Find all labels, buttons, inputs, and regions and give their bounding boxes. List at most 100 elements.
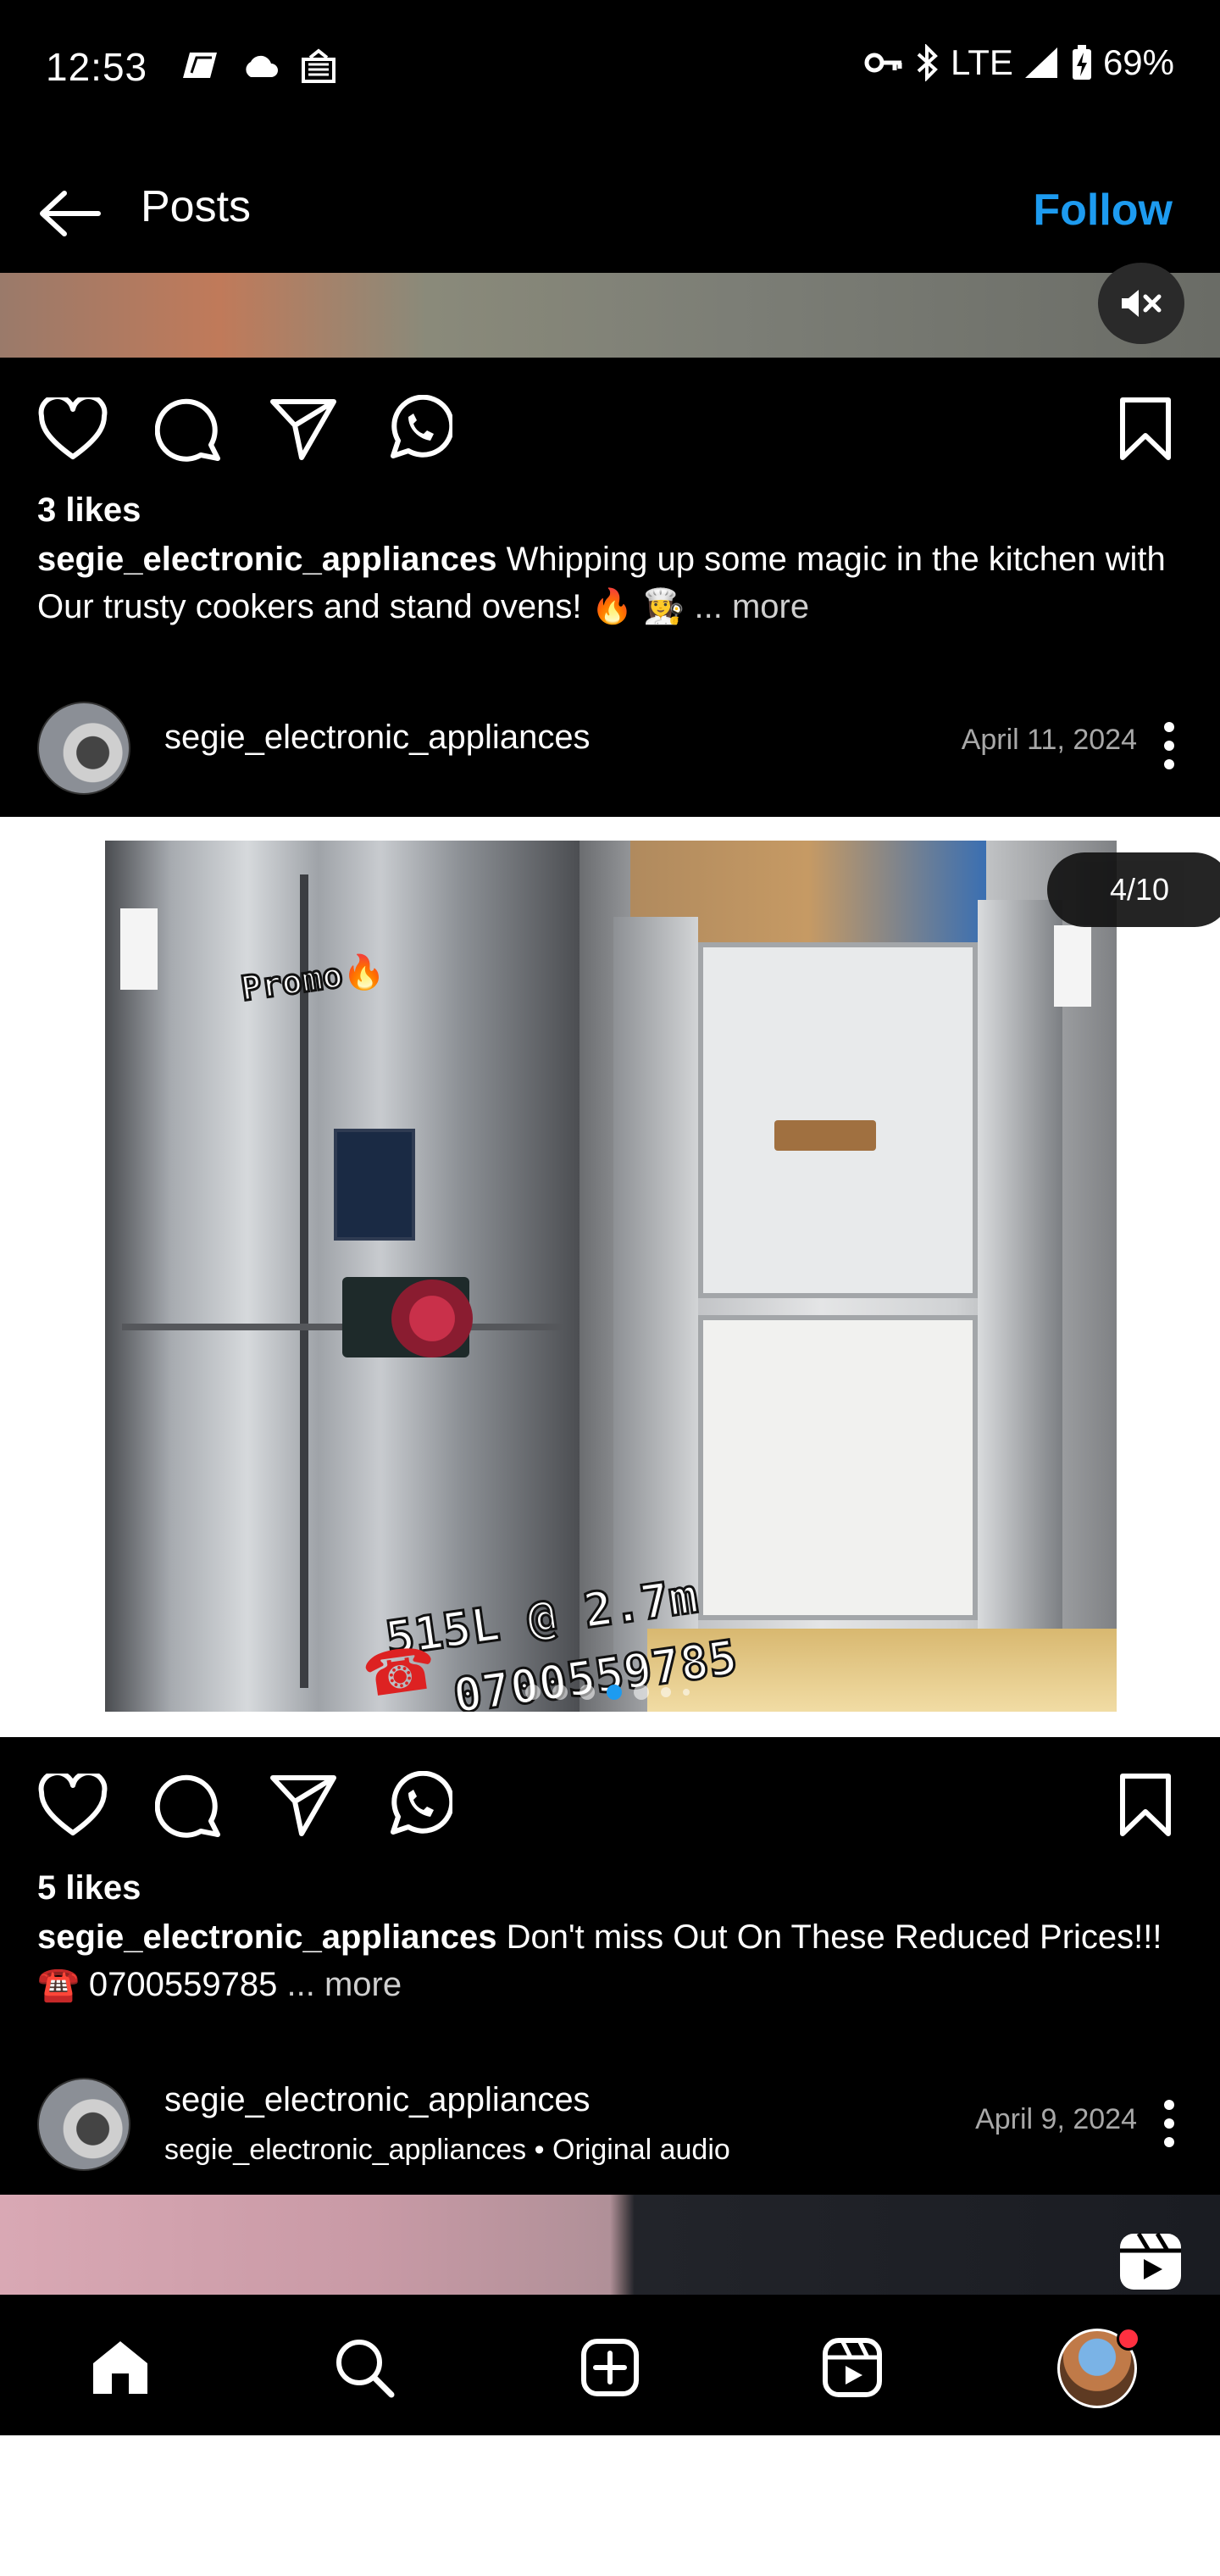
send-icon xyxy=(270,399,336,460)
post-username[interactable]: segie_electronic_appliances xyxy=(164,719,591,757)
heart-icon xyxy=(38,397,108,459)
like-button[interactable] xyxy=(34,1766,112,1844)
send-icon xyxy=(270,1775,336,1836)
comment-button[interactable] xyxy=(149,1766,227,1844)
fridge-interior-bottom xyxy=(698,1315,978,1620)
audio-label: Original audio xyxy=(552,2134,730,2166)
audio-info[interactable]: segie_electronic_appliances • Original a… xyxy=(164,2134,730,2167)
notification-icons xyxy=(180,47,337,85)
search-icon xyxy=(336,2340,395,2398)
carousel-indicator xyxy=(525,1685,690,1700)
share-button[interactable] xyxy=(264,390,342,468)
status-bar: 12:53 LTE 69% xyxy=(0,0,1220,136)
telephone-icon: ☎ xyxy=(358,1634,441,1710)
arrow-back-icon xyxy=(40,191,101,236)
post-media-next[interactable] xyxy=(0,2195,1220,2295)
like-button[interactable] xyxy=(34,390,112,468)
carousel-dot xyxy=(552,1685,568,1700)
separator-dot: • xyxy=(534,2134,552,2166)
more-link[interactable]: ... more xyxy=(287,1966,402,2003)
vpn-key-icon xyxy=(864,53,902,73)
post-media-previous[interactable] xyxy=(0,263,1220,358)
bottom-nav xyxy=(0,2296,1220,2435)
carousel-dot xyxy=(580,1685,595,1700)
post-username[interactable]: segie_electronic_appliances xyxy=(164,2081,591,2119)
post-date: April 11, 2024 xyxy=(961,724,1137,756)
whatsapp-icon xyxy=(391,1771,452,1835)
top-app-bar: Posts Follow xyxy=(0,161,1220,263)
post-caption: segie_electronic_appliances Don't miss O… xyxy=(37,1913,1190,2008)
likes-count[interactable]: 3 likes xyxy=(37,491,141,530)
back-button[interactable] xyxy=(34,180,105,247)
nav-home[interactable] xyxy=(85,2332,156,2403)
create-icon xyxy=(581,2339,639,2396)
home-icon xyxy=(93,2341,147,2394)
post-header: segie_electronic_appliances segie_electr… xyxy=(0,2069,1220,2171)
energy-label xyxy=(120,908,158,990)
fruit-basket xyxy=(774,1120,876,1151)
caption-username[interactable]: segie_electronic_appliances xyxy=(37,541,497,578)
raspberry-graphic xyxy=(391,1280,473,1357)
reel-badge-icon xyxy=(1120,2232,1181,2290)
post-actions xyxy=(0,1766,1220,1851)
post-header: segie_electronic_appliances April 11, 20… xyxy=(0,693,1220,795)
nav-search[interactable] xyxy=(329,2332,400,2403)
cloud-icon xyxy=(246,55,278,77)
save-button[interactable] xyxy=(1106,390,1184,468)
post-caption: segie_electronic_appliances Whipping up … xyxy=(37,536,1190,630)
carousel-dot-active xyxy=(607,1685,622,1700)
mute-button[interactable] xyxy=(1098,263,1184,344)
carousel-dot xyxy=(661,1687,671,1697)
avatar[interactable] xyxy=(37,702,130,795)
page-title: Posts xyxy=(141,182,252,231)
status-time: 12:53 xyxy=(46,45,148,89)
more-options-button[interactable] xyxy=(1144,712,1195,780)
sim-card-icon xyxy=(183,53,217,78)
reels-icon xyxy=(823,2338,882,2397)
battery-charging-icon xyxy=(1072,45,1091,80)
more-vertical-icon xyxy=(1164,2100,1174,2147)
whatsapp-button[interactable] xyxy=(380,1766,458,1844)
app-screen: 12:53 LTE 69% Posts Follow 3 likes segie… xyxy=(0,0,1220,2435)
energy-label-right xyxy=(1054,925,1091,1007)
fridge-left-door xyxy=(613,917,698,1679)
network-type: LTE xyxy=(951,42,1013,82)
carousel-dot xyxy=(634,1685,649,1700)
notification-dot xyxy=(1117,2327,1140,2351)
water-dispenser xyxy=(334,1129,415,1241)
share-button[interactable] xyxy=(264,1766,342,1844)
bookmark-icon xyxy=(1120,1774,1171,1836)
fridge-right-door xyxy=(978,900,1062,1679)
carousel-dot xyxy=(525,1685,541,1700)
save-button[interactable] xyxy=(1106,1766,1184,1844)
more-vertical-icon xyxy=(1164,722,1174,769)
volume-off-icon xyxy=(1122,290,1162,317)
whatsapp-icon xyxy=(391,395,452,458)
nav-reels[interactable] xyxy=(817,2332,888,2403)
nav-create[interactable] xyxy=(574,2332,646,2403)
comment-icon xyxy=(155,398,220,462)
battery-percent: 69% xyxy=(1102,42,1174,82)
bookmark-icon xyxy=(1120,397,1171,460)
post-media[interactable]: Promo🔥 515L @ 2.7m ☎ 0700559785 xyxy=(0,817,1220,1737)
more-options-button[interactable] xyxy=(1144,2090,1195,2157)
bluetooth-icon xyxy=(917,44,938,81)
carousel-dot xyxy=(683,1689,690,1696)
signal-icon xyxy=(1024,47,1057,78)
heart-icon xyxy=(38,1774,108,1835)
whatsapp-button[interactable] xyxy=(380,390,458,468)
likes-count[interactable]: 5 likes xyxy=(37,1869,141,1907)
post-actions xyxy=(0,390,1220,475)
audio-username: segie_electronic_appliances xyxy=(164,2134,527,2166)
system-icons: LTE 69% xyxy=(864,42,1174,83)
media-counter-badge: 4/10 xyxy=(1047,852,1220,927)
caption-username[interactable]: segie_electronic_appliances xyxy=(37,1918,497,1956)
cast-icon xyxy=(302,48,336,83)
follow-button[interactable]: Follow xyxy=(1033,185,1173,236)
avatar[interactable] xyxy=(37,2078,130,2171)
post-date: April 9, 2024 xyxy=(975,2103,1137,2135)
comment-button[interactable] xyxy=(149,390,227,468)
more-link[interactable]: ... more xyxy=(695,588,810,625)
product-photo: Promo🔥 515L @ 2.7m ☎ 0700559785 xyxy=(105,841,1117,1712)
comment-icon xyxy=(155,1774,220,1838)
